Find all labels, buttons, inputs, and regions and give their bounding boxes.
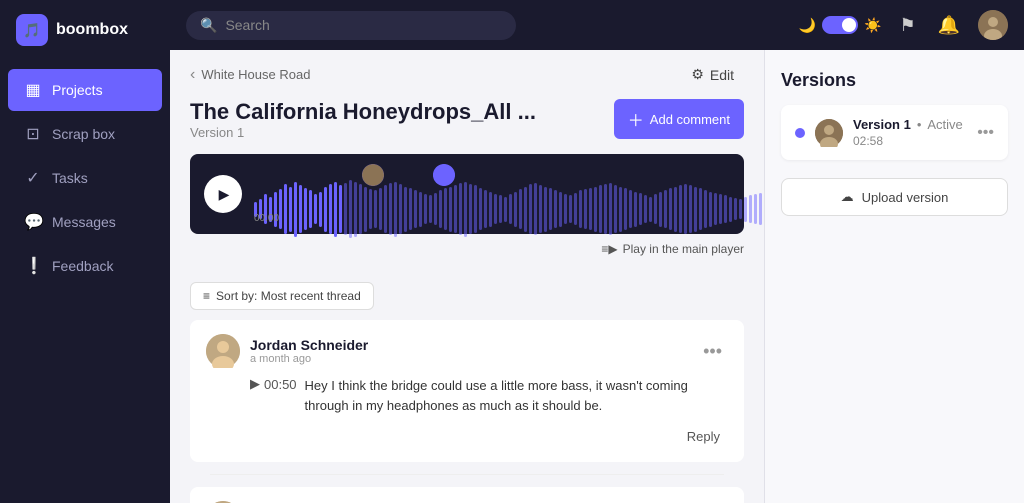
toggle-thumb <box>842 18 856 32</box>
messages-icon: 💬 <box>24 212 42 232</box>
play-in-player-label: Play in the main player <box>623 242 744 256</box>
version-time: 02:58 <box>853 134 967 148</box>
waveform-area[interactable]: 00:00 2:59 <box>254 164 764 224</box>
edit-label: Edit <box>710 67 734 83</box>
comment-user-name-1: Jordan Schneider <box>250 337 368 353</box>
sidebar-item-scrap-box[interactable]: ⊡ Scrap box <box>8 113 162 155</box>
sidebar-item-label: Scrap box <box>52 126 115 142</box>
search-icon: 🔍 <box>200 17 217 34</box>
topbar-icons: 🌙 ☀️ ⚑ 🔔 <box>799 10 1008 40</box>
divider <box>210 474 724 475</box>
sidebar-item-messages[interactable]: 💬 Messages <box>8 201 162 243</box>
player-container: 00:00 2:59 <box>190 154 744 234</box>
version-name: Version 1 <box>853 117 911 132</box>
sidebar-item-label: Messages <box>52 214 116 230</box>
version-avatar <box>815 119 843 147</box>
version-info: Version 1 • Active 02:58 <box>853 117 967 148</box>
track-title: The California Honeydrops_All ... <box>190 99 536 125</box>
upload-version-button[interactable]: ☁ Upload version <box>781 178 1008 216</box>
app-name: boombox <box>56 21 128 39</box>
upload-version-label: Upload version <box>862 190 949 205</box>
scrap-box-icon: ⊡ <box>24 124 42 144</box>
comment-time-1: a month ago <box>250 353 368 365</box>
active-badge: • <box>917 117 922 132</box>
tasks-icon: ✓ <box>24 168 42 188</box>
upload-icon: ☁ <box>841 189 854 205</box>
main-area: 🔍 🌙 ☀️ ⚑ 🔔 White House Road <box>170 0 1024 503</box>
version-status: Active <box>927 117 962 132</box>
gear-icon: ⚙ <box>691 66 704 83</box>
breadcrumb-label: White House Road <box>201 67 310 82</box>
play-in-player-icon: ≡▶ <box>601 242 617 256</box>
comment-plus-icon: ＋ <box>628 107 644 131</box>
breadcrumb[interactable]: White House Road <box>190 66 310 84</box>
content-wrapper: White House Road ⚙ Edit The California H… <box>170 50 1024 503</box>
sort-button[interactable]: ≡ Sort by: Most recent thread <box>190 282 374 310</box>
track-title-row: The California Honeydrops_All ... Versio… <box>190 99 744 150</box>
comment-header-1: Jordan Schneider a month ago ••• <box>206 334 728 368</box>
topbar: 🔍 🌙 ☀️ ⚑ 🔔 <box>170 0 1024 50</box>
comment-avatar-1 <box>206 334 240 368</box>
sort-label: Sort by: Most recent thread <box>216 289 361 303</box>
comment-card-2: Jordan Schneider a month ago ••• ▶ 00:00 <box>190 487 744 503</box>
version-name-row: Version 1 • Active <box>853 117 967 132</box>
comment-text-1: Hey I think the bridge could use a littl… <box>305 376 728 415</box>
sun-icon: ☀️ <box>864 17 881 34</box>
comment-user-info-1: Jordan Schneider a month ago <box>250 337 368 365</box>
sidebar-item-label: Projects <box>52 82 103 98</box>
breadcrumb-bar: White House Road ⚙ Edit <box>170 50 764 99</box>
flag-button[interactable]: ⚑ <box>895 11 919 40</box>
search-input[interactable] <box>225 17 502 33</box>
sidebar-item-tasks[interactable]: ✓ Tasks <box>8 157 162 199</box>
add-comment-label: Add comment <box>650 112 730 127</box>
app-logo: 🎵 boombox <box>0 0 170 60</box>
sidebar-item-feedback[interactable]: ❕ Feedback <box>8 245 162 287</box>
comment-marker-2 <box>433 164 455 186</box>
sidebar-item-label: Feedback <box>52 258 113 274</box>
moon-icon: 🌙 <box>799 17 816 34</box>
time-start: 00:00 <box>254 213 279 224</box>
logo-icon: 🎵 <box>16 14 48 46</box>
versions-title: Versions <box>781 70 1008 91</box>
marker-avatar-2 <box>433 164 455 186</box>
theme-toggle[interactable]: 🌙 ☀️ <box>799 16 882 34</box>
comment-body-1: ▶ 00:50 Hey I think the bridge could use… <box>206 376 728 415</box>
edit-button[interactable]: ⚙ Edit <box>681 62 744 87</box>
play-button[interactable] <box>204 175 242 213</box>
comment-user-1: Jordan Schneider a month ago <box>206 334 368 368</box>
projects-icon: ▦ <box>24 80 42 100</box>
comment-timestamp-1: 00:50 <box>264 377 297 392</box>
comment-marker-1 <box>362 164 384 186</box>
versions-panel: Versions Version 1 • Active 02:58 ••• <box>764 50 1024 503</box>
comments-area: Jordan Schneider a month ago ••• ▶ 00:50… <box>170 320 764 503</box>
play-icon-1: ▶ <box>250 376 260 392</box>
comment-footer-1: Reply <box>206 425 728 448</box>
version-more-button[interactable]: ••• <box>977 124 994 142</box>
toggle-track[interactable] <box>822 16 858 34</box>
version-dot <box>795 128 805 138</box>
sidebar-nav: ▦ Projects ⊡ Scrap box ✓ Tasks 💬 Message… <box>0 60 170 503</box>
comment-more-button-1[interactable]: ••• <box>697 340 728 362</box>
sort-icon: ≡ <box>203 289 210 303</box>
search-box[interactable]: 🔍 <box>186 11 516 40</box>
reply-button-1[interactable]: Reply <box>679 425 728 448</box>
track-title-group: The California Honeydrops_All ... Versio… <box>190 99 536 150</box>
marker-avatar-1 <box>362 164 384 186</box>
play-in-player[interactable]: ≡▶ Play in the main player <box>190 242 744 256</box>
timestamp-play-1[interactable]: ▶ 00:50 <box>250 376 297 392</box>
sidebar-item-projects[interactable]: ▦ Projects <box>8 69 162 111</box>
bell-button[interactable]: 🔔 <box>934 11 964 40</box>
sidebar: 🎵 boombox ▦ Projects ⊡ Scrap box ✓ Tasks… <box>0 0 170 503</box>
version-card-1: Version 1 • Active 02:58 ••• <box>781 105 1008 160</box>
add-comment-button[interactable]: ＋ Add comment <box>614 99 744 139</box>
sort-bar: ≡ Sort by: Most recent thread <box>170 272 764 320</box>
comment-card-1: Jordan Schneider a month ago ••• ▶ 00:50… <box>190 320 744 462</box>
feedback-icon: ❕ <box>24 256 42 276</box>
sidebar-item-label: Tasks <box>52 170 88 186</box>
track-version: Version 1 <box>190 125 536 140</box>
main-content: White House Road ⚙ Edit The California H… <box>170 50 764 503</box>
track-section: The California Honeydrops_All ... Versio… <box>170 99 764 272</box>
waveform-bars <box>254 184 764 234</box>
user-avatar[interactable] <box>978 10 1008 40</box>
